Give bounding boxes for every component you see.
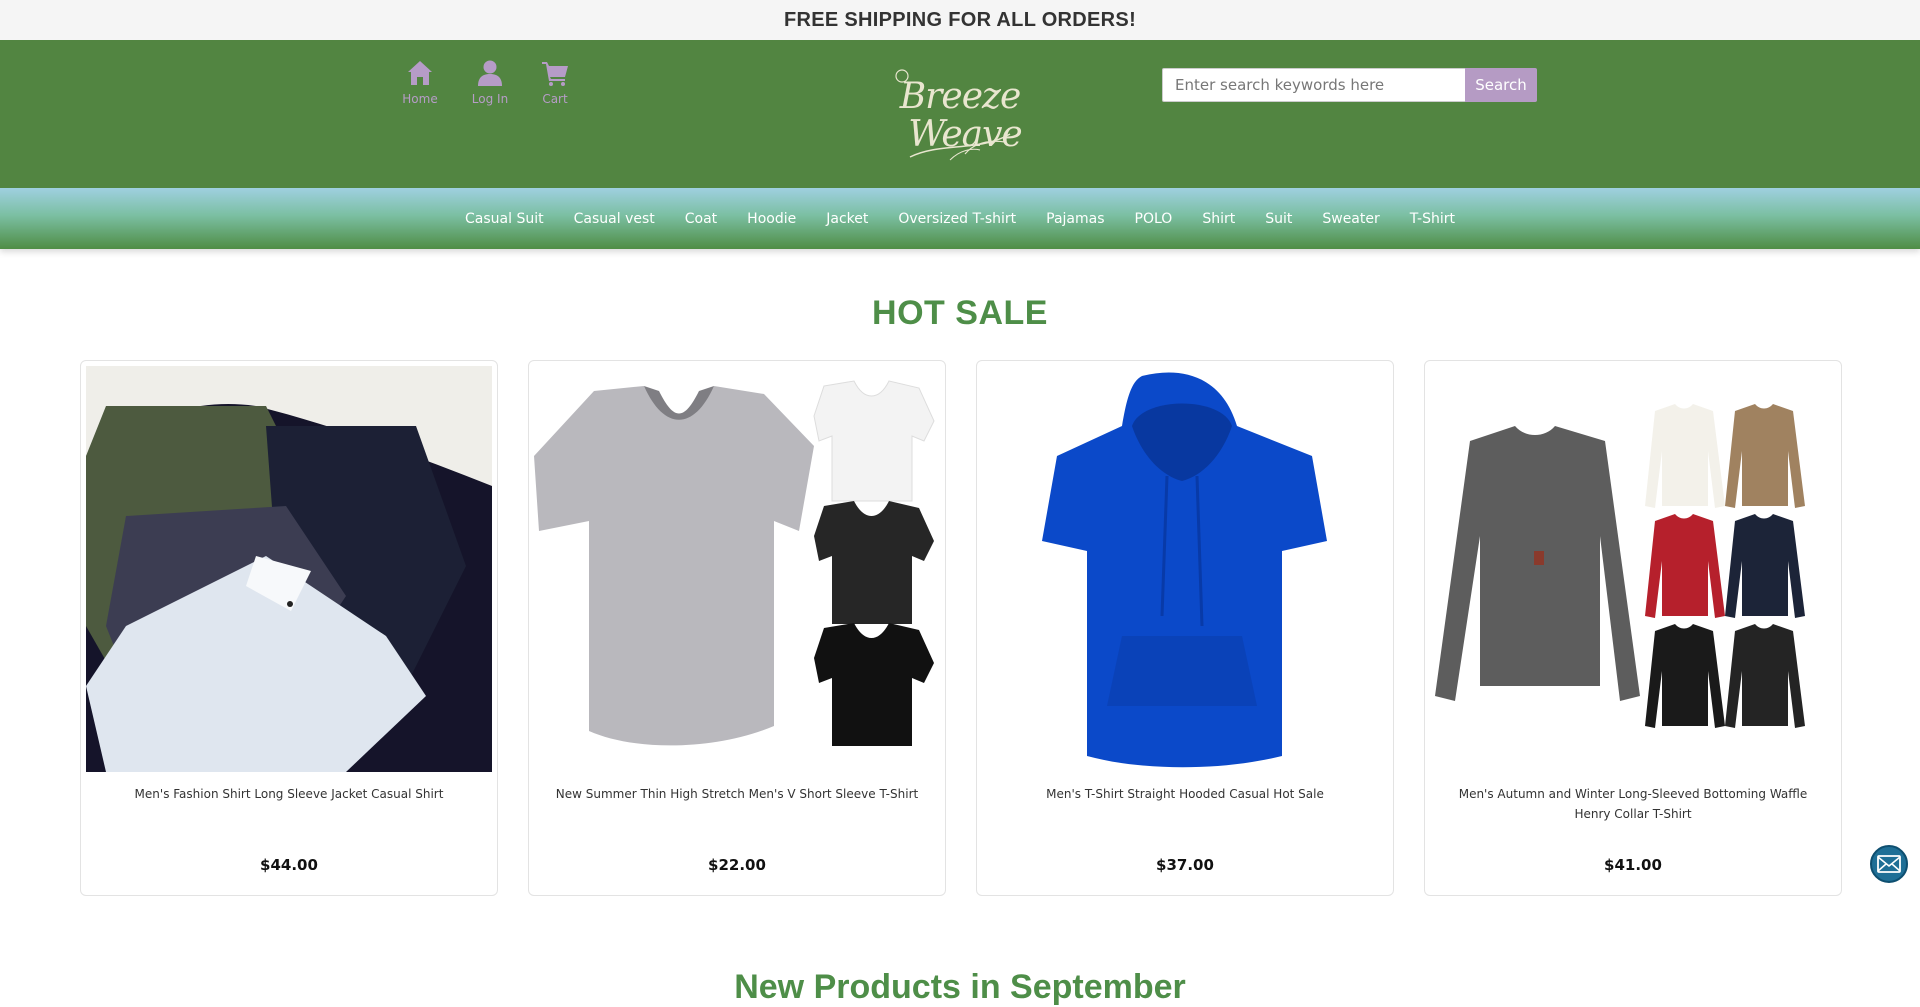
nav-item-suit[interactable]: Suit xyxy=(1250,211,1307,227)
product-card[interactable]: Men's Fashion Shirt Long Sleeve Jacket C… xyxy=(80,360,498,896)
hot-sale-product-grid: Men's Fashion Shirt Long Sleeve Jacket C… xyxy=(80,360,1842,896)
product-card[interactable]: Men's Autumn and Winter Long-Sleeved Bot… xyxy=(1424,360,1842,896)
nav-item-oversized-tshirt[interactable]: Oversized T-shirt xyxy=(883,211,1031,227)
product-name[interactable]: New Summer Thin High Stretch Men's V Sho… xyxy=(542,784,932,836)
product-name[interactable]: Men's Autumn and Winter Long-Sleeved Bot… xyxy=(1425,784,1841,836)
home-icon xyxy=(408,61,432,85)
home-link[interactable]: Home xyxy=(385,58,455,106)
cart-label: Cart xyxy=(542,92,568,106)
nav-item-casual-suit[interactable]: Casual Suit xyxy=(450,211,559,227)
nav-item-casual-vest[interactable]: Casual vest xyxy=(559,211,670,227)
product-name[interactable]: Men's T-Shirt Straight Hooded Casual Hot… xyxy=(1032,784,1338,836)
nav-item-sweater[interactable]: Sweater xyxy=(1307,211,1394,227)
search-input[interactable] xyxy=(1162,68,1465,102)
product-image[interactable] xyxy=(1430,366,1836,772)
product-image[interactable] xyxy=(534,366,940,772)
contact-mail-button[interactable] xyxy=(1870,845,1908,883)
product-card[interactable]: New Summer Thin High Stretch Men's V Sho… xyxy=(528,360,946,896)
nav-item-hoodie[interactable]: Hoodie xyxy=(732,211,811,227)
login-label: Log In xyxy=(471,92,509,106)
nav-item-pajamas[interactable]: Pajamas xyxy=(1031,211,1119,227)
cart-icon xyxy=(542,62,568,86)
mail-icon xyxy=(1877,855,1901,873)
home-label: Home xyxy=(402,92,438,106)
user-icon xyxy=(478,60,502,86)
product-price: $44.00 xyxy=(260,856,318,874)
login-link[interactable]: Log In xyxy=(455,58,525,106)
site-logo[interactable]: Breeze Weave xyxy=(880,62,1040,170)
hot-sale-title: HOT SALE xyxy=(872,294,1048,332)
product-card[interactable]: Men's T-Shirt Straight Hooded Casual Hot… xyxy=(976,360,1394,896)
nav-item-polo[interactable]: POLO xyxy=(1120,211,1188,227)
category-nav: Casual Suit Casual vest Coat Hoodie Jack… xyxy=(0,188,1920,249)
search-button[interactable]: Search xyxy=(1465,68,1537,102)
site-header: Home Log In Cart Breeze Weave Search xyxy=(0,40,1920,188)
product-image[interactable] xyxy=(86,366,492,772)
announcement-bar: FREE SHIPPING FOR ALL ORDERS! xyxy=(0,0,1920,40)
product-price: $37.00 xyxy=(1156,856,1214,874)
leaf-flourish-icon xyxy=(895,69,1011,161)
announcement-text: FREE SHIPPING FOR ALL ORDERS! xyxy=(783,8,1137,31)
nav-item-tshirt[interactable]: T-Shirt xyxy=(1395,211,1470,227)
cart-link[interactable]: Cart xyxy=(525,58,585,106)
product-image[interactable] xyxy=(982,366,1388,772)
search-form: Search xyxy=(1162,68,1537,102)
nav-item-jacket[interactable]: Jacket xyxy=(811,211,883,227)
product-name[interactable]: Men's Fashion Shirt Long Sleeve Jacket C… xyxy=(121,784,458,836)
new-products-title: New Products in September xyxy=(734,968,1186,1006)
nav-item-shirt[interactable]: Shirt xyxy=(1187,211,1250,227)
nav-item-coat[interactable]: Coat xyxy=(670,211,732,227)
product-price: $41.00 xyxy=(1604,856,1662,874)
product-price: $22.00 xyxy=(708,856,766,874)
header-icon-group: Home Log In Cart xyxy=(385,58,585,106)
